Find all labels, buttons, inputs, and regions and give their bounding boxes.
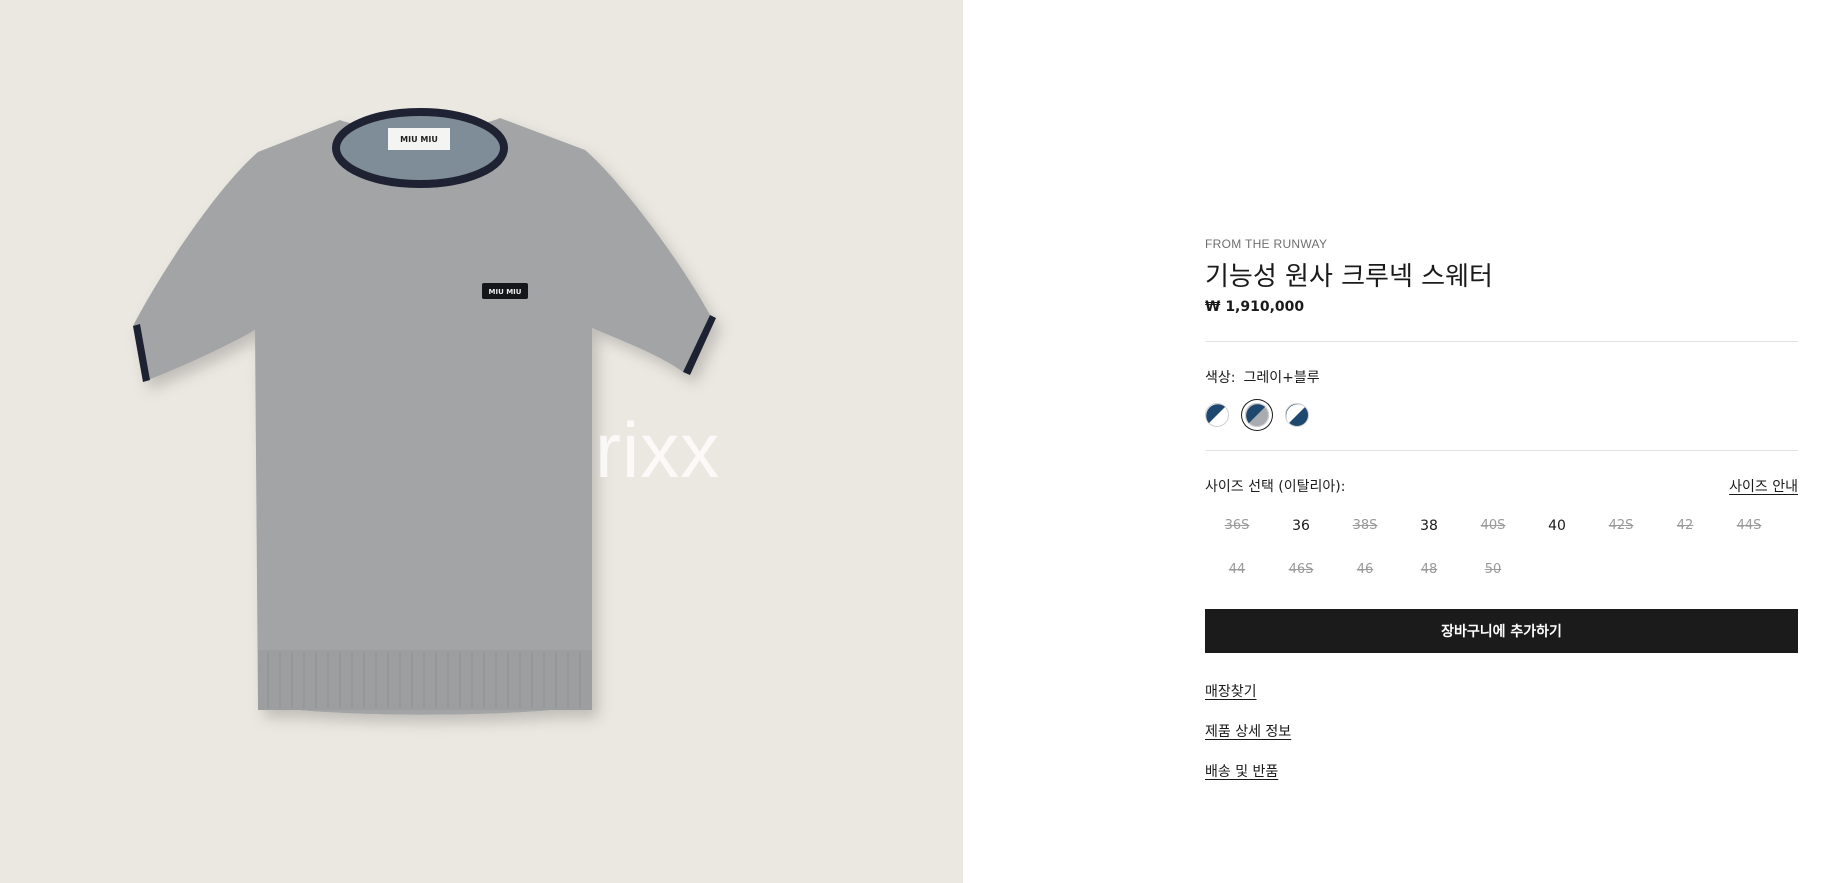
size-selection-header: 사이즈 선택 (이탈리아): 사이즈 안내: [1205, 476, 1798, 496]
swatch-navy-white[interactable]: [1205, 403, 1229, 427]
chest-patch-text: MIU MIU: [489, 288, 522, 296]
size-label: 사이즈 선택 (이탈리아):: [1205, 479, 1346, 495]
find-store-link[interactable]: 매장찾기: [1205, 681, 1257, 701]
size-option-38s[interactable]: 38S: [1333, 513, 1397, 557]
size-option-46[interactable]: 46: [1333, 557, 1397, 601]
neck-label-text: MIU MIU: [400, 135, 438, 144]
size-option-48[interactable]: 48: [1397, 557, 1461, 601]
size-option-50[interactable]: 50: [1461, 557, 1525, 601]
shipping-returns-link[interactable]: 배송 및 반품: [1205, 761, 1278, 781]
add-to-cart-button[interactable]: 장바구니에 추가하기: [1205, 609, 1798, 653]
size-option-40s[interactable]: 40S: [1461, 513, 1525, 557]
color-swatches: [1205, 403, 1325, 427]
size-options: 36S 36 38S 38 40S 40 42S 42 44S 44 46S 46 48 50: [1205, 513, 1798, 601]
color-selection: 색상: 그레이+블루: [1205, 367, 1320, 387]
swatch-navy-white-2[interactable]: [1285, 403, 1309, 427]
size-option-42s[interactable]: 42S: [1589, 513, 1653, 557]
runway-eyebrow: FROM THE RUNWAY: [1205, 237, 1328, 251]
size-option-44s[interactable]: 44S: [1717, 513, 1781, 557]
size-option-36s[interactable]: 36S: [1205, 513, 1269, 557]
size-guide-link[interactable]: 사이즈 안내: [1729, 476, 1798, 496]
product-price: ₩ 1,910,000: [1205, 299, 1305, 315]
product-image: MIU MIU MIU MIU rixx: [0, 0, 963, 883]
product-details-link[interactable]: 제품 상세 정보: [1205, 721, 1291, 741]
divider: [1205, 341, 1798, 342]
size-option-40[interactable]: 40: [1525, 513, 1589, 557]
product-title: 기능성 원사 크루넥 스웨터: [1205, 262, 1493, 292]
size-option-46s[interactable]: 46S: [1269, 557, 1333, 601]
size-option-36[interactable]: 36: [1269, 513, 1333, 557]
watermark: rixx: [595, 406, 721, 494]
color-label: 색상:: [1205, 370, 1236, 386]
size-option-38[interactable]: 38: [1397, 513, 1461, 557]
divider: [1205, 450, 1798, 451]
swatch-grey-blue[interactable]: [1245, 403, 1269, 427]
size-option-44[interactable]: 44: [1205, 557, 1269, 601]
size-option-42[interactable]: 42: [1653, 513, 1717, 557]
sweater-illustration: MIU MIU MIU MIU: [133, 108, 716, 715]
color-value: 그레이+블루: [1243, 370, 1320, 386]
